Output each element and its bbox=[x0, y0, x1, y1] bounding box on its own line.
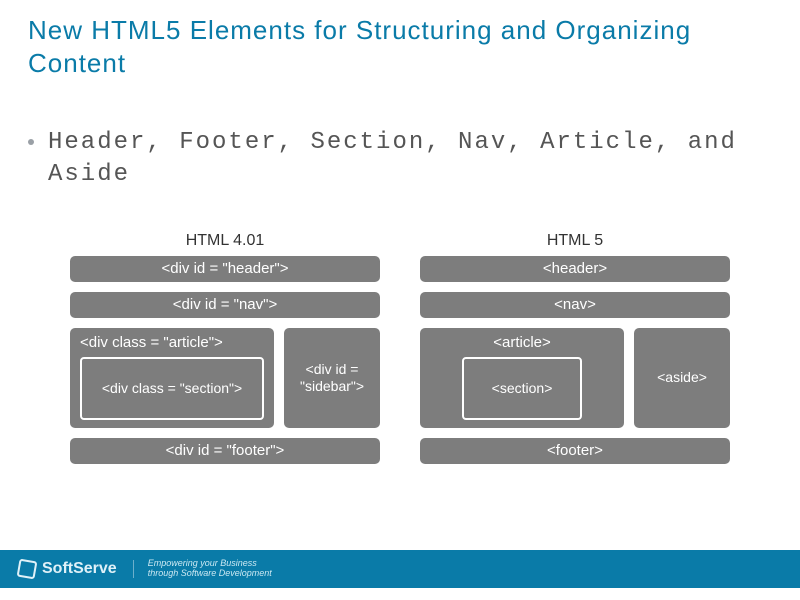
tagline-line-2: through Software Development bbox=[148, 569, 272, 579]
brand-tagline: Empowering your Business through Softwar… bbox=[134, 559, 272, 579]
html5-footer-box: <footer> bbox=[420, 438, 730, 464]
html5-aside-box: <aside> bbox=[634, 328, 730, 428]
diagram-col-html5: HTML 5 <header> <nav> <article> <section… bbox=[420, 232, 730, 464]
brand-logo-icon bbox=[17, 559, 38, 580]
slide-title: New HTML5 Elements for Structuring and O… bbox=[0, 0, 800, 79]
bullet-dot-icon bbox=[28, 139, 34, 145]
brand: SoftServe bbox=[18, 560, 134, 578]
html5-article-label: <article> bbox=[493, 334, 551, 351]
html4-nav-box: <div id = "nav"> bbox=[70, 292, 380, 318]
html4-section-box: <div class = "section"> bbox=[80, 357, 264, 420]
html5-header-box: <header> bbox=[420, 256, 730, 282]
brand-name: SoftServe bbox=[42, 560, 117, 578]
bullet-row: Header, Footer, Section, Nav, Article, a… bbox=[0, 79, 800, 192]
col-heading-html4: HTML 4.01 bbox=[186, 232, 265, 250]
html5-section-box: <section> bbox=[462, 357, 582, 420]
html5-nav-box: <nav> bbox=[420, 292, 730, 318]
html5-stack: <header> <nav> <article> <section> <asid… bbox=[420, 256, 730, 464]
diagram-col-html4: HTML 4.01 <div id = "header"> <div id = … bbox=[70, 232, 380, 464]
html4-article-label: <div class = "article"> bbox=[80, 334, 264, 351]
diagram: HTML 4.01 <div id = "header"> <div id = … bbox=[0, 232, 800, 464]
bullet-text: Header, Footer, Section, Nav, Article, a… bbox=[48, 127, 772, 192]
html4-mid-row: <div class = "article"> <div class = "se… bbox=[70, 328, 380, 428]
html4-footer-box: <div id = "footer"> bbox=[70, 438, 380, 464]
html4-sidebar-box: <div id = "sidebar"> bbox=[284, 328, 380, 428]
slide-footer-bar: SoftServe Empowering your Business throu… bbox=[0, 550, 800, 588]
html4-header-box: <div id = "header"> bbox=[70, 256, 380, 282]
col-heading-html5: HTML 5 bbox=[547, 232, 603, 250]
html4-stack: <div id = "header"> <div id = "nav"> <di… bbox=[70, 256, 380, 464]
html5-article-box: <article> <section> bbox=[420, 328, 624, 428]
html4-article-box: <div class = "article"> <div class = "se… bbox=[70, 328, 274, 428]
html5-mid-row: <article> <section> <aside> bbox=[420, 328, 730, 428]
